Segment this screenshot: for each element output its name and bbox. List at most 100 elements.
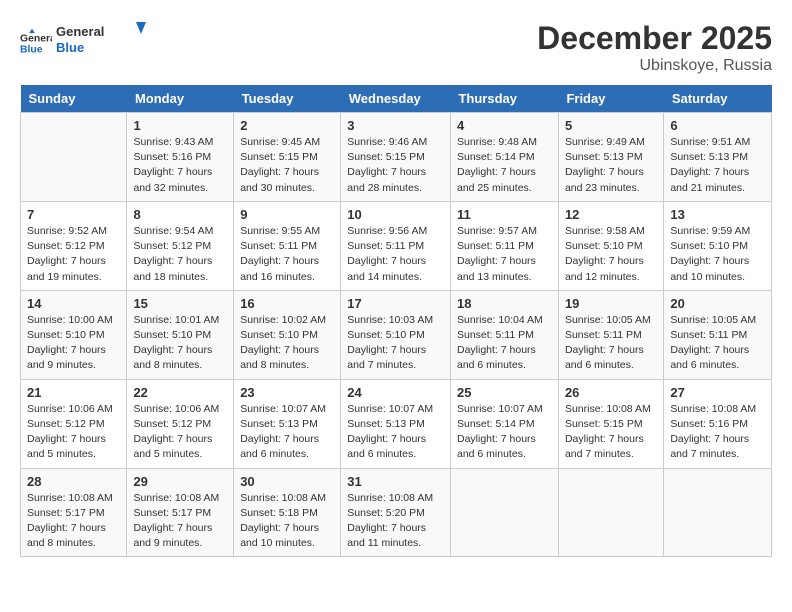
calendar-cell: 28 Sunrise: 10:08 AM Sunset: 5:17 PM Dayl… (21, 468, 127, 557)
calendar-cell: 30 Sunrise: 10:08 AM Sunset: 5:18 PM Dayl… (234, 468, 341, 557)
page-subtitle: Ubinskoye, Russia (537, 57, 772, 75)
weekday-header-sunday: Sunday (21, 85, 127, 113)
day-info: Sunrise: 9:59 AM Sunset: 5:10 PM Dayligh… (670, 224, 765, 285)
day-info: Sunrise: 9:55 AM Sunset: 5:11 PM Dayligh… (240, 224, 334, 285)
day-info: Sunrise: 10:04 AM Sunset: 5:11 PM Daylig… (457, 313, 552, 374)
calendar-body: 1Sunrise: 9:43 AM Sunset: 5:16 PM Daylig… (21, 113, 772, 557)
weekday-header-wednesday: Wednesday (341, 85, 451, 113)
day-info: Sunrise: 10:01 AM Sunset: 5:10 PM Daylig… (133, 313, 227, 374)
day-number: 1 (133, 118, 227, 133)
weekday-header-saturday: Saturday (664, 85, 772, 113)
calendar-cell: 29Sunrise: 10:08 AM Sunset: 5:17 PM Dayl… (127, 468, 234, 557)
day-number: 22 (133, 385, 227, 400)
day-number: 23 (240, 385, 334, 400)
day-info: Sunrise: 10:06 AM Sunset: 5:12 PM Daylig… (27, 402, 120, 463)
calendar-table: SundayMondayTuesdayWednesdayThursdayFrid… (20, 85, 772, 557)
calendar-cell: 12Sunrise: 9:58 AM Sunset: 5:10 PM Dayli… (558, 201, 663, 290)
day-info: Sunrise: 9:48 AM Sunset: 5:14 PM Dayligh… (457, 135, 552, 196)
day-number: 26 (565, 385, 657, 400)
day-info: Sunrise: 10:08 AM Sunset: 5:18 PM Daylig… (240, 491, 334, 552)
calendar-cell: 17Sunrise: 10:03 AM Sunset: 5:10 PM Dayl… (341, 290, 451, 379)
calendar-cell: 19Sunrise: 10:05 AM Sunset: 5:11 PM Dayl… (558, 290, 663, 379)
day-info: Sunrise: 10:08 AM Sunset: 5:16 PM Daylig… (670, 402, 765, 463)
calendar-cell: 31Sunrise: 10:08 AM Sunset: 5:20 PM Dayl… (341, 468, 451, 557)
calendar-cell (450, 468, 558, 557)
calendar-cell: 23Sunrise: 10:07 AM Sunset: 5:13 PM Dayl… (234, 379, 341, 468)
calendar-cell: 2 Sunrise: 9:45 AM Sunset: 5:15 PM Daylig… (234, 113, 341, 202)
svg-text:Blue: Blue (56, 40, 84, 55)
calendar-cell: 18Sunrise: 10:04 AM Sunset: 5:11 PM Dayl… (450, 290, 558, 379)
calendar-week-row: 21Sunrise: 10:06 AM Sunset: 5:12 PM Dayl… (21, 379, 772, 468)
calendar-week-row: 28 Sunrise: 10:08 AM Sunset: 5:17 PM Dayl… (21, 468, 772, 557)
calendar-cell: 14 Sunrise: 10:00 AM Sunset: 5:10 PM Dayl… (21, 290, 127, 379)
day-info: Sunrise: 10:03 AM Sunset: 5:10 PM Daylig… (347, 313, 444, 374)
logo-icon: General Blue (20, 27, 52, 59)
day-info: Sunrise: 10:02 AM Sunset: 5:10 PM Daylig… (240, 313, 334, 374)
calendar-cell: 1Sunrise: 9:43 AM Sunset: 5:16 PM Daylig… (127, 113, 234, 202)
page-header: General Blue General Blue December 2025 … (20, 20, 772, 75)
page-title: December 2025 (537, 20, 772, 57)
day-number: 30 (240, 474, 334, 489)
day-info: Sunrise: 10:07 AM Sunset: 5:13 PM Daylig… (347, 402, 444, 463)
day-info: Sunrise: 9:58 AM Sunset: 5:10 PM Dayligh… (565, 224, 657, 285)
day-info: Sunrise: 9:46 AM Sunset: 5:15 PM Dayligh… (347, 135, 444, 196)
day-info: Sunrise: 10:05 AM Sunset: 5:11 PM Daylig… (565, 313, 657, 374)
day-number: 4 (457, 118, 552, 133)
calendar-cell (558, 468, 663, 557)
day-info: Sunrise: 10:07 AM Sunset: 5:14 PM Daylig… (457, 402, 552, 463)
day-info: Sunrise: 10:08 AM Sunset: 5:17 PM Daylig… (27, 491, 120, 552)
calendar-cell: 16 Sunrise: 10:02 AM Sunset: 5:10 PM Dayl… (234, 290, 341, 379)
day-number: 9 (240, 207, 334, 222)
day-info: Sunrise: 9:54 AM Sunset: 5:12 PM Dayligh… (133, 224, 227, 285)
calendar-cell (21, 113, 127, 202)
day-number: 31 (347, 474, 444, 489)
calendar-cell: 24 Sunrise: 10:07 AM Sunset: 5:13 PM Dayl… (341, 379, 451, 468)
day-info: Sunrise: 9:45 AM Sunset: 5:15 PM Dayligh… (240, 135, 334, 196)
calendar-cell: 13Sunrise: 9:59 AM Sunset: 5:10 PM Dayli… (664, 201, 772, 290)
day-number: 16 (240, 296, 334, 311)
day-info: Sunrise: 10:08 AM Sunset: 5:15 PM Daylig… (565, 402, 657, 463)
calendar-cell: 5Sunrise: 9:49 AM Sunset: 5:13 PM Daylig… (558, 113, 663, 202)
day-info: Sunrise: 9:57 AM Sunset: 5:11 PM Dayligh… (457, 224, 552, 285)
calendar-cell: 6Sunrise: 9:51 AM Sunset: 5:13 PM Daylig… (664, 113, 772, 202)
svg-text:General: General (56, 24, 104, 39)
calendar-week-row: 1Sunrise: 9:43 AM Sunset: 5:16 PM Daylig… (21, 113, 772, 202)
calendar-week-row: 14 Sunrise: 10:00 AM Sunset: 5:10 PM Dayl… (21, 290, 772, 379)
day-info: Sunrise: 9:49 AM Sunset: 5:13 PM Dayligh… (565, 135, 657, 196)
day-number: 14 (27, 296, 120, 311)
weekday-header-thursday: Thursday (450, 85, 558, 113)
logo-graphic: General Blue (56, 20, 176, 60)
calendar-cell: 3Sunrise: 9:46 AM Sunset: 5:15 PM Daylig… (341, 113, 451, 202)
calendar-cell: 7 Sunrise: 9:52 AM Sunset: 5:12 PM Daylig… (21, 201, 127, 290)
calendar-cell: 26 Sunrise: 10:08 AM Sunset: 5:15 PM Dayl… (558, 379, 663, 468)
weekday-header-tuesday: Tuesday (234, 85, 341, 113)
svg-text:General: General (20, 33, 52, 44)
day-number: 2 (240, 118, 334, 133)
day-number: 29 (133, 474, 227, 489)
day-info: Sunrise: 9:56 AM Sunset: 5:11 PM Dayligh… (347, 224, 444, 285)
calendar-cell: 21Sunrise: 10:06 AM Sunset: 5:12 PM Dayl… (21, 379, 127, 468)
calendar-cell: 25Sunrise: 10:07 AM Sunset: 5:14 PM Dayl… (450, 379, 558, 468)
day-number: 8 (133, 207, 227, 222)
day-info: Sunrise: 9:52 AM Sunset: 5:12 PM Dayligh… (27, 224, 120, 285)
day-number: 28 (27, 474, 120, 489)
day-number: 24 (347, 385, 444, 400)
calendar-cell: 15Sunrise: 10:01 AM Sunset: 5:10 PM Dayl… (127, 290, 234, 379)
calendar-cell: 11Sunrise: 9:57 AM Sunset: 5:11 PM Dayli… (450, 201, 558, 290)
calendar-cell: 27Sunrise: 10:08 AM Sunset: 5:16 PM Dayl… (664, 379, 772, 468)
day-number: 10 (347, 207, 444, 222)
calendar-week-row: 7 Sunrise: 9:52 AM Sunset: 5:12 PM Daylig… (21, 201, 772, 290)
day-number: 7 (27, 207, 120, 222)
day-info: Sunrise: 10:06 AM Sunset: 5:12 PM Daylig… (133, 402, 227, 463)
calendar-cell: 8 Sunrise: 9:54 AM Sunset: 5:12 PM Daylig… (127, 201, 234, 290)
calendar-cell (664, 468, 772, 557)
logo: General Blue General Blue (20, 20, 176, 65)
calendar-cell: 20Sunrise: 10:05 AM Sunset: 5:11 PM Dayl… (664, 290, 772, 379)
calendar-cell: 10 Sunrise: 9:56 AM Sunset: 5:11 PM Dayli… (341, 201, 451, 290)
day-info: Sunrise: 10:00 AM Sunset: 5:10 PM Daylig… (27, 313, 120, 374)
calendar-cell: 22 Sunrise: 10:06 AM Sunset: 5:12 PM Dayl… (127, 379, 234, 468)
calendar-cell: 9 Sunrise: 9:55 AM Sunset: 5:11 PM Daylig… (234, 201, 341, 290)
weekday-header-monday: Monday (127, 85, 234, 113)
day-info: Sunrise: 10:05 AM Sunset: 5:11 PM Daylig… (670, 313, 765, 374)
day-info: Sunrise: 9:51 AM Sunset: 5:13 PM Dayligh… (670, 135, 765, 196)
